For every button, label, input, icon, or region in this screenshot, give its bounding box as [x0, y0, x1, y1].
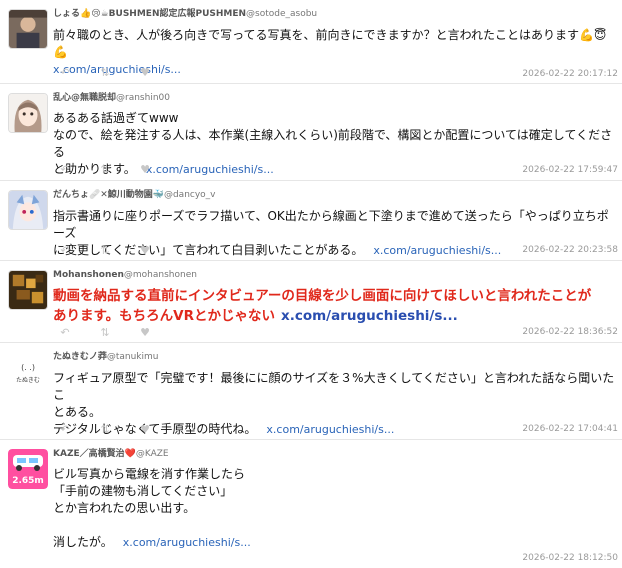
- tweet-line: [53, 517, 615, 534]
- tweet-link[interactable]: x.com/aruguchieshi/s...: [266, 423, 394, 436]
- tweet-text: 動画を納品する直前にインタビュアーの目線を少し画面に向けてほしいと言われたことが…: [53, 286, 615, 326]
- timestamp[interactable]: 2026-02-22 20:17:12: [522, 69, 618, 79]
- user-handle[interactable]: @tanukimu: [107, 352, 159, 362]
- avatar[interactable]: [8, 9, 48, 49]
- tweet-line: 指示書通りに座りポーズでラフ描いて、OK出たから線画と下塗りまで進めて送ったら「…: [53, 209, 609, 240]
- tweet-actions: ↶ ⇅ ♥: [58, 423, 152, 436]
- user-handle[interactable]: ❤️@KAZE: [125, 449, 169, 459]
- tweet-line: フィギュア原型で「完璧です！最後にに顔のサイズを３%大きくしてください」と言われ…: [53, 371, 615, 402]
- tweet-line: 動画を納品する直前にインタビュアーの目線を少し画面に向けてほしいと言われたことが: [53, 288, 592, 304]
- like-icon[interactable]: ♥: [138, 423, 152, 436]
- tweet-link[interactable]: x.com/aruguchieshi/s...: [373, 244, 501, 257]
- tweet-item: Mohanshonen@mohanshonen 動画を納品する直前にインタビュア…: [0, 261, 622, 343]
- retweet-icon[interactable]: ⇅: [98, 423, 112, 436]
- retweet-icon[interactable]: ⇅: [98, 326, 112, 339]
- tweet-line: ビル写真から電線を消す作業したら: [53, 467, 246, 481]
- tweet-item: (. .) たぬきむ たぬきむノ莽@tanukimu フィギュア原型で「完璧です…: [0, 343, 622, 440]
- like-icon[interactable]: ♥: [138, 163, 152, 176]
- reply-icon[interactable]: ↶: [58, 326, 72, 339]
- character-avatar-icon: [9, 191, 47, 229]
- tweet-text: ビル写真から電線を消す作業したら 「手前の建物も消してください」 とか言われたの…: [53, 466, 615, 551]
- reply-icon[interactable]: ↶: [58, 244, 72, 257]
- user-handle[interactable]: @mohanshonen: [124, 270, 197, 280]
- user-handle[interactable]: @sotode_asobu: [246, 9, 317, 19]
- tweet-header: たぬきむノ莽@tanukimu: [53, 352, 158, 363]
- tweet-line: 「手前の建物も消してください」: [53, 484, 233, 498]
- tweet-line: 消したが。: [53, 535, 113, 549]
- timestamp[interactable]: 2026-02-22 20:23:58: [522, 245, 618, 255]
- tweet-header: KAZE／高橋賢治❤️@KAZE: [53, 449, 169, 460]
- tweet-header: だんちょ🩹✕鯨川動物園🐳@dancyo_v: [53, 190, 216, 201]
- avatar-text: たぬきむ: [16, 377, 40, 384]
- photo-avatar-icon: [9, 10, 47, 48]
- tweet-line: なので、絵を発注する人は、本作業(主線入れくらい)前段階で、構図とか配置について…: [53, 128, 613, 159]
- like-icon[interactable]: ♥: [138, 244, 152, 257]
- logo-avatar-icon: (. .) たぬきむ: [8, 352, 48, 392]
- tweet-item: 2.65m KAZE／高橋賢治❤️@KAZE ビル写真から電線を消す作業したら …: [0, 440, 622, 568]
- like-icon[interactable]: ♥: [138, 66, 152, 79]
- tweet-link[interactable]: x.com/aruguchieshi/s...: [146, 163, 274, 176]
- tweet-item: だんちょ🩹✕鯨川動物園🐳@dancyo_v 指示書通りに座りポーズでラフ描いて、…: [0, 181, 622, 261]
- tweet-actions: ↶ ⇅ ♥: [58, 244, 152, 257]
- avatar[interactable]: [8, 93, 48, 133]
- timestamp[interactable]: 2026-02-22 18:36:52: [522, 327, 618, 337]
- pixel-avatar-icon: [9, 271, 47, 309]
- user-name[interactable]: 乱心@無職脱却: [53, 93, 116, 103]
- like-icon[interactable]: ♥: [138, 326, 152, 339]
- tweet-line: とか言われたの思い出す。: [53, 501, 196, 515]
- tweet-item: しょる👍😢☕BUSHMEN認定広報PUSHMEN@sotode_asobu 前々…: [0, 0, 622, 84]
- retweet-icon[interactable]: ⇅: [98, 244, 112, 257]
- tweet-line: あります。もちろんVRとかじゃない: [53, 308, 275, 324]
- timestamp[interactable]: 2026-02-22 17:04:41: [522, 424, 618, 434]
- user-handle[interactable]: @dancyo_v: [164, 190, 216, 200]
- user-name[interactable]: しょる👍😢☕BUSHMEN認定広報PUSHMEN: [53, 9, 246, 19]
- timestamp[interactable]: 2026-02-22 18:12:50: [522, 553, 618, 563]
- retweet-icon[interactable]: ⇅: [98, 66, 112, 79]
- svg-text:(. .): (. .): [21, 363, 35, 372]
- tweet-link[interactable]: x.com/aruguchieshi/s...: [281, 308, 458, 324]
- tweet-header: Mohanshonen@mohanshonen: [53, 270, 197, 281]
- user-name[interactable]: だんちょ🩹✕鯨川動物園🐳: [53, 190, 164, 200]
- car-avatar-icon: 2.65m: [8, 449, 48, 489]
- avatar-text: 2.65m: [12, 476, 44, 486]
- avatar[interactable]: (. .) たぬきむ: [8, 352, 48, 392]
- tweet-actions: ↶ ⇅ ♥: [58, 163, 152, 176]
- reply-icon[interactable]: ↶: [58, 163, 72, 176]
- user-name[interactable]: Mohanshonen: [53, 270, 124, 280]
- user-name[interactable]: KAZE／高橋賢治: [53, 449, 125, 459]
- avatar[interactable]: [8, 270, 48, 310]
- reply-icon[interactable]: ↶: [58, 423, 72, 436]
- tweet-header: しょる👍😢☕BUSHMEN認定広報PUSHMEN@sotode_asobu: [53, 9, 317, 20]
- user-name[interactable]: たぬきむノ莽: [53, 352, 107, 362]
- avatar[interactable]: [8, 190, 48, 230]
- tweet-header: 乱心@無職脱却@ranshin00: [53, 93, 170, 104]
- tweet-line: とある。: [53, 405, 102, 419]
- timestamp[interactable]: 2026-02-22 17:59:47: [522, 165, 618, 175]
- anime-girl-avatar-icon: [9, 94, 47, 132]
- tweet-line: 前々職のとき、人が後ろ向きで写ってる写真を、前向きにできますか？と言われたことは…: [53, 28, 607, 59]
- tweet-actions: ↶ ⇅ ♥: [58, 66, 152, 79]
- tweet-link[interactable]: x.com/aruguchieshi/s...: [123, 536, 251, 549]
- tweet-actions: ↶ ⇅ ♥: [58, 326, 152, 339]
- tweet-feed: しょる👍😢☕BUSHMEN認定広報PUSHMEN@sotode_asobu 前々…: [0, 0, 622, 568]
- tweet-line: あるある話過ぎてwww: [53, 111, 179, 125]
- user-handle[interactable]: @ranshin00: [116, 93, 170, 103]
- reply-icon[interactable]: ↶: [58, 66, 72, 79]
- tweet-item: 乱心@無職脱却@ranshin00 あるある話過ぎてwww なので、絵を発注する…: [0, 84, 622, 181]
- retweet-icon[interactable]: ⇅: [98, 163, 112, 176]
- avatar[interactable]: 2.65m: [8, 449, 48, 489]
